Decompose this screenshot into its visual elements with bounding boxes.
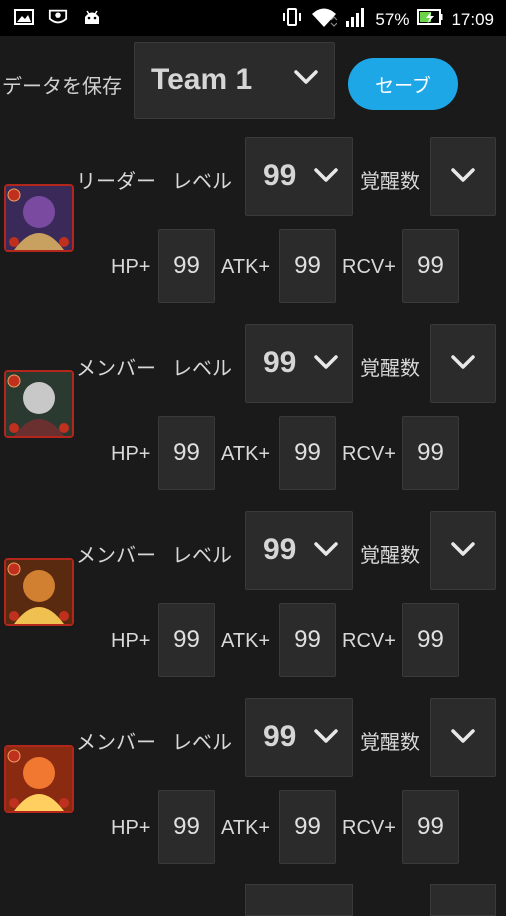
rcv-plus-label: RCV+ [342, 443, 396, 465]
battery-percent: 57% [375, 9, 410, 29]
signal-icon [345, 6, 367, 33]
rcv-plus-input[interactable]: 99 [402, 790, 459, 864]
atk-plus-input[interactable]: 99 [279, 416, 336, 490]
member-row: リーダー レベル 99 覚醒数 HP+ 99 ATK+ 99 RCV+ 99 [0, 137, 506, 324]
rcv-plus-label: RCV+ [342, 817, 396, 839]
atk-plus-input[interactable]: 99 [279, 603, 336, 677]
android-icon [82, 7, 102, 27]
level-label: レベル [172, 356, 232, 380]
eye-icon [48, 7, 68, 27]
level-value: 99 [263, 533, 297, 566]
team-select-value: Team 1 [151, 63, 253, 96]
chevron-down-icon [451, 167, 475, 186]
level-select[interactable]: 99 [245, 324, 353, 403]
hp-plus-input[interactable]: 99 [158, 416, 215, 490]
hp-plus-label: HP+ [111, 817, 151, 839]
monster-avatar[interactable] [4, 370, 74, 438]
monster-portrait [6, 186, 72, 250]
member-role: メンバー [76, 356, 156, 380]
save-data-label: データを保存 [2, 74, 122, 98]
chevron-down-icon [314, 541, 338, 560]
monster-portrait [6, 747, 72, 811]
atk-plus-label: ATK+ [221, 443, 271, 465]
atk-plus-input[interactable]: 99 [279, 229, 336, 303]
status-bar: 57% 17:09 [0, 0, 506, 36]
hp-plus-label: HP+ [111, 256, 151, 278]
wifi-icon [311, 6, 338, 33]
member-row: メンバー レベル 99 覚醒数 HP+ 99 ATK+ 99 RCV+ 99 [0, 511, 506, 698]
monster-avatar[interactable] [4, 184, 74, 252]
member-row: メンバー レベル 99 覚醒数 HP+ 99 ATK+ 99 RCV+ 99 [0, 698, 506, 885]
level-label: レベル [172, 543, 232, 567]
awakening-select[interactable] [430, 137, 496, 216]
chevron-down-icon [451, 541, 475, 560]
hp-plus-input[interactable]: 99 [158, 603, 215, 677]
chevron-down-icon [451, 354, 475, 373]
chevron-down-icon [314, 167, 338, 186]
awakening-label: 覚醒数 [360, 356, 420, 380]
chevron-down-icon [314, 354, 338, 373]
member-row: メンバー レベル 99 覚醒数 HP+ 99 ATK+ 99 RCV+ 99 [0, 324, 506, 511]
save-button[interactable]: セーブ [348, 58, 458, 110]
awakening-label: 覚醒数 [360, 730, 420, 754]
monster-avatar[interactable] [4, 558, 74, 626]
awakening-select[interactable] [430, 884, 496, 916]
gallery-icon [14, 7, 34, 27]
awakening-label: 覚醒数 [360, 169, 420, 193]
level-label: レベル [172, 730, 232, 754]
team-select[interactable]: Team 1 [134, 42, 335, 119]
battery-charging-icon [417, 6, 443, 33]
atk-plus-input[interactable]: 99 [279, 790, 336, 864]
atk-plus-label: ATK+ [221, 256, 271, 278]
atk-plus-label: ATK+ [221, 630, 271, 652]
rcv-plus-input[interactable]: 99 [402, 229, 459, 303]
chevron-down-icon [314, 728, 338, 747]
atk-plus-label: ATK+ [221, 817, 271, 839]
chevron-down-icon [294, 69, 318, 88]
level-value: 99 [263, 346, 297, 379]
rcv-plus-label: RCV+ [342, 630, 396, 652]
rcv-plus-input[interactable]: 99 [402, 603, 459, 677]
chevron-down-icon [451, 728, 475, 747]
monster-avatar[interactable] [4, 745, 74, 813]
awakening-label: 覚醒数 [360, 543, 420, 567]
monster-portrait [6, 372, 72, 436]
level-label: レベル [172, 169, 232, 193]
hp-plus-input[interactable]: 99 [158, 229, 215, 303]
awakening-select[interactable] [430, 511, 496, 590]
member-role: メンバー [76, 543, 156, 567]
level-select[interactable] [245, 884, 353, 916]
level-select[interactable]: 99 [245, 137, 353, 216]
level-value: 99 [263, 159, 297, 192]
monster-portrait [6, 560, 72, 624]
rcv-plus-label: RCV+ [342, 256, 396, 278]
save-section: データを保存 Team 1 セーブ [0, 40, 506, 119]
hp-plus-input[interactable]: 99 [158, 790, 215, 864]
clock: 17:09 [451, 9, 494, 29]
awakening-select[interactable] [430, 698, 496, 777]
level-select[interactable]: 99 [245, 698, 353, 777]
hp-plus-label: HP+ [111, 443, 151, 465]
awakening-select[interactable] [430, 324, 496, 403]
level-select[interactable]: 99 [245, 511, 353, 590]
level-value: 99 [263, 720, 297, 753]
member-role: リーダー [76, 169, 156, 193]
member-role: メンバー [76, 730, 156, 754]
rcv-plus-input[interactable]: 99 [402, 416, 459, 490]
hp-plus-label: HP+ [111, 630, 151, 652]
vibrate-icon [281, 6, 303, 33]
